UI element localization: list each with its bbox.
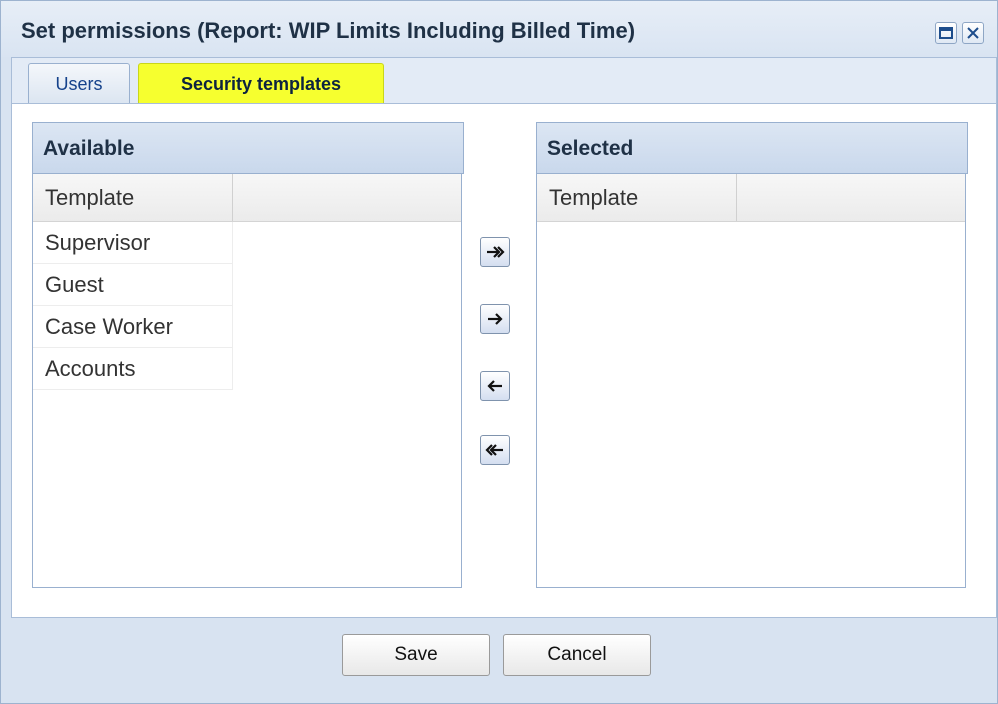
- selected-grid-header: Selected: [536, 122, 968, 174]
- selected-column-header-row: Template: [537, 174, 965, 222]
- move-left-button[interactable]: [480, 371, 510, 401]
- cancel-button[interactable]: Cancel: [503, 634, 651, 676]
- close-button[interactable]: [962, 22, 984, 44]
- save-button[interactable]: Save: [342, 634, 490, 676]
- tab-content-panel: Available Template Supervisor Guest Case…: [11, 103, 997, 618]
- close-icon: [967, 27, 979, 39]
- maximize-button[interactable]: [935, 22, 957, 44]
- move-all-left-icon: [485, 444, 503, 456]
- tab-users[interactable]: Users: [28, 63, 130, 104]
- move-all-right-icon: [487, 246, 505, 258]
- move-right-icon: [488, 313, 503, 325]
- dialog-footer: Save Cancel: [11, 618, 997, 694]
- list-item[interactable]: Supervisor: [33, 222, 233, 264]
- maximize-icon: [939, 27, 953, 39]
- tab-strip: Users Security templates: [11, 57, 997, 104]
- available-grid-header: Available: [32, 122, 464, 174]
- move-right-button[interactable]: [480, 304, 510, 334]
- move-all-left-button[interactable]: [480, 435, 510, 465]
- dialog-titlebar[interactable]: Set permissions (Report: WIP Limits Incl…: [1, 1, 997, 57]
- list-item[interactable]: Accounts: [33, 348, 233, 390]
- dialog-title: Set permissions (Report: WIP Limits Incl…: [21, 18, 636, 43]
- selected-template-column-header[interactable]: Template: [537, 174, 737, 221]
- list-item[interactable]: Guest: [33, 264, 233, 306]
- move-left-icon: [487, 380, 502, 392]
- tab-security-templates[interactable]: Security templates: [138, 63, 384, 104]
- list-item[interactable]: Case Worker: [33, 306, 233, 348]
- available-template-column-header[interactable]: Template: [33, 174, 233, 221]
- selected-grid: Selected Template: [536, 122, 968, 588]
- available-grid: Available Template Supervisor Guest Case…: [32, 122, 464, 588]
- set-permissions-dialog: Set permissions (Report: WIP Limits Incl…: [0, 0, 998, 704]
- move-all-right-button[interactable]: [480, 237, 510, 267]
- available-column-header-row: Template: [33, 174, 461, 222]
